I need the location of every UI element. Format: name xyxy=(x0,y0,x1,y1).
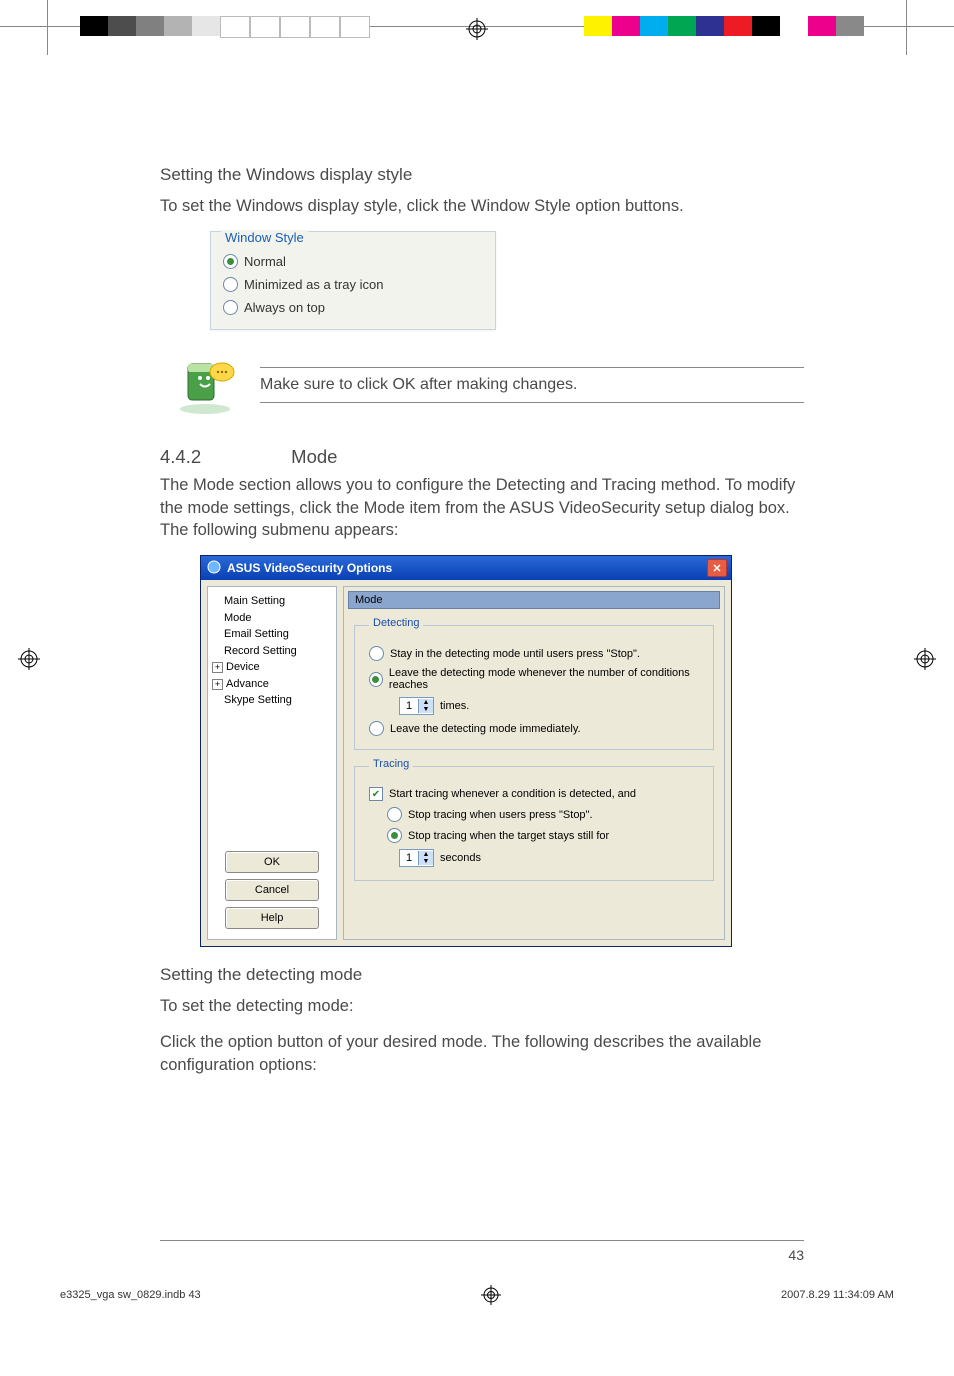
videosecurity-options-dialog: ASUS VideoSecurity Options ✕ Main Settin… xyxy=(200,555,732,947)
app-icon xyxy=(207,560,221,577)
seconds-label: seconds xyxy=(440,852,481,864)
chevron-down-icon[interactable]: ▼ xyxy=(423,706,430,713)
detect-times-spinner[interactable]: 1 ▲▼ xyxy=(399,697,434,715)
color-swatches xyxy=(584,16,864,36)
tree-item[interactable]: Email Setting xyxy=(224,628,289,640)
radio-label: Always on top xyxy=(244,300,325,315)
checkbox-label: Start tracing whenever a condition is de… xyxy=(389,788,636,800)
checkbox-icon: ✔ xyxy=(369,787,383,801)
spinner-value: 1 xyxy=(400,852,418,864)
print-footer: e3325_vga sw_0829.indb 43 2007.8.29 11:3… xyxy=(0,1263,954,1319)
radio-trace-stop-still[interactable]: Stop tracing when the target stays still… xyxy=(369,825,703,846)
radio-trace-stop-user[interactable]: Stop tracing when users press "Stop". xyxy=(369,804,703,825)
expand-icon[interactable]: + xyxy=(212,662,223,673)
radio-detect-leave-count[interactable]: Leave the detecting mode whenever the nu… xyxy=(369,664,703,694)
registration-mark-icon xyxy=(18,648,40,670)
checkbox-start-tracing[interactable]: ✔ Start tracing whenever a condition is … xyxy=(369,784,703,804)
tree-item[interactable]: Advance xyxy=(226,678,269,690)
radio-label: Stop tracing when users press "Stop". xyxy=(408,809,593,821)
radio-always-on-top[interactable]: Always on top xyxy=(223,296,483,319)
radio-label: Minimized as a tray icon xyxy=(244,277,383,292)
tree-item[interactable]: Mode xyxy=(224,612,252,624)
radio-label: Stop tracing when the target stays still… xyxy=(408,830,609,842)
window-style-groupbox: Window Style Normal Minimized as a tray … xyxy=(210,231,496,330)
mode-paragraph: The Mode section allows you to configure… xyxy=(160,474,804,541)
registration-mark-icon xyxy=(466,18,488,40)
registration-mark-icon xyxy=(914,648,936,670)
settings-tree[interactable]: Main Setting Mode Email Setting Record S… xyxy=(212,593,332,709)
radio-minimized[interactable]: Minimized as a tray icon xyxy=(223,273,483,296)
tree-item[interactable]: Main Setting xyxy=(224,595,285,607)
radio-icon xyxy=(387,807,402,822)
chevron-up-icon[interactable]: ▲ xyxy=(423,851,430,858)
footer-date: 2007.8.29 11:34:09 AM xyxy=(781,1289,894,1301)
section-title: Mode xyxy=(291,446,337,468)
dialog-titlebar: ASUS VideoSecurity Options ✕ xyxy=(201,556,731,580)
radio-icon xyxy=(369,721,384,736)
radio-icon xyxy=(223,300,238,315)
tree-item[interactable]: Skype Setting xyxy=(224,694,292,706)
chevron-up-icon[interactable]: ▲ xyxy=(423,699,430,706)
radio-label: Leave the detecting mode immediately. xyxy=(390,723,581,735)
radio-icon xyxy=(369,672,383,687)
note-text: Make sure to click OK after making chang… xyxy=(260,372,804,398)
tracing-group: Tracing ✔ Start tracing whenever a condi… xyxy=(354,760,714,881)
registration-mark-icon xyxy=(481,1285,501,1305)
page-number: 43 xyxy=(160,1240,804,1263)
chevron-down-icon[interactable]: ▼ xyxy=(423,858,430,865)
expand-icon[interactable]: + xyxy=(212,679,223,690)
radio-icon xyxy=(387,828,402,843)
radio-label: Leave the detecting mode whenever the nu… xyxy=(389,667,703,691)
radio-detect-stay[interactable]: Stay in the detecting mode until users p… xyxy=(369,643,703,664)
radio-icon xyxy=(223,277,238,292)
spinner-value: 1 xyxy=(400,700,418,712)
mode-header: Mode xyxy=(348,591,720,609)
print-crop-top xyxy=(0,0,954,55)
note-row: Make sure to click OK after making chang… xyxy=(170,354,804,416)
cancel-button[interactable]: Cancel xyxy=(225,879,319,901)
para-detecting-1: To set the detecting mode: xyxy=(160,995,804,1017)
trace-seconds-row: 1 ▲▼ seconds xyxy=(369,846,703,870)
heading-detecting-mode: Setting the detecting mode xyxy=(160,965,804,985)
radio-icon xyxy=(369,646,384,661)
section-number: 4.4.2 xyxy=(160,446,201,468)
trace-seconds-spinner[interactable]: 1 ▲▼ xyxy=(399,849,434,867)
help-button[interactable]: Help xyxy=(225,907,319,929)
tracing-legend: Tracing xyxy=(369,758,413,770)
mode-content-pane: Mode Detecting Stay in the detecting mod… xyxy=(343,586,725,940)
tree-pane: Main Setting Mode Email Setting Record S… xyxy=(207,586,337,940)
radio-icon xyxy=(223,254,238,269)
ok-button[interactable]: OK xyxy=(225,851,319,873)
detecting-legend: Detecting xyxy=(369,617,423,629)
radio-label: Normal xyxy=(244,254,286,269)
heading-window-style: Setting the Windows display style xyxy=(160,165,804,185)
tree-item[interactable]: Device xyxy=(226,661,260,673)
footer-filename: e3325_vga sw_0829.indb 43 xyxy=(60,1289,201,1301)
groupbox-legend: Window Style xyxy=(221,230,308,245)
para-window-style: To set the Windows display style, click … xyxy=(160,195,804,217)
times-label: times. xyxy=(440,700,469,712)
radio-label: Stay in the detecting mode until users p… xyxy=(390,648,640,660)
mascot-note-icon xyxy=(170,354,240,416)
detecting-group: Detecting Stay in the detecting mode unt… xyxy=(354,619,714,750)
close-icon: ✕ xyxy=(712,562,721,575)
dialog-title: ASUS VideoSecurity Options xyxy=(227,561,392,575)
close-button[interactable]: ✕ xyxy=(707,559,727,577)
para-detecting-2: Click the option button of your desired … xyxy=(160,1031,804,1076)
detect-times-row: 1 ▲▼ times. xyxy=(369,694,703,718)
radio-detect-immediate[interactable]: Leave the detecting mode immediately. xyxy=(369,718,703,739)
radio-normal[interactable]: Normal xyxy=(223,250,483,273)
tree-item[interactable]: Record Setting xyxy=(224,645,297,657)
grayscale-swatches xyxy=(80,16,370,36)
